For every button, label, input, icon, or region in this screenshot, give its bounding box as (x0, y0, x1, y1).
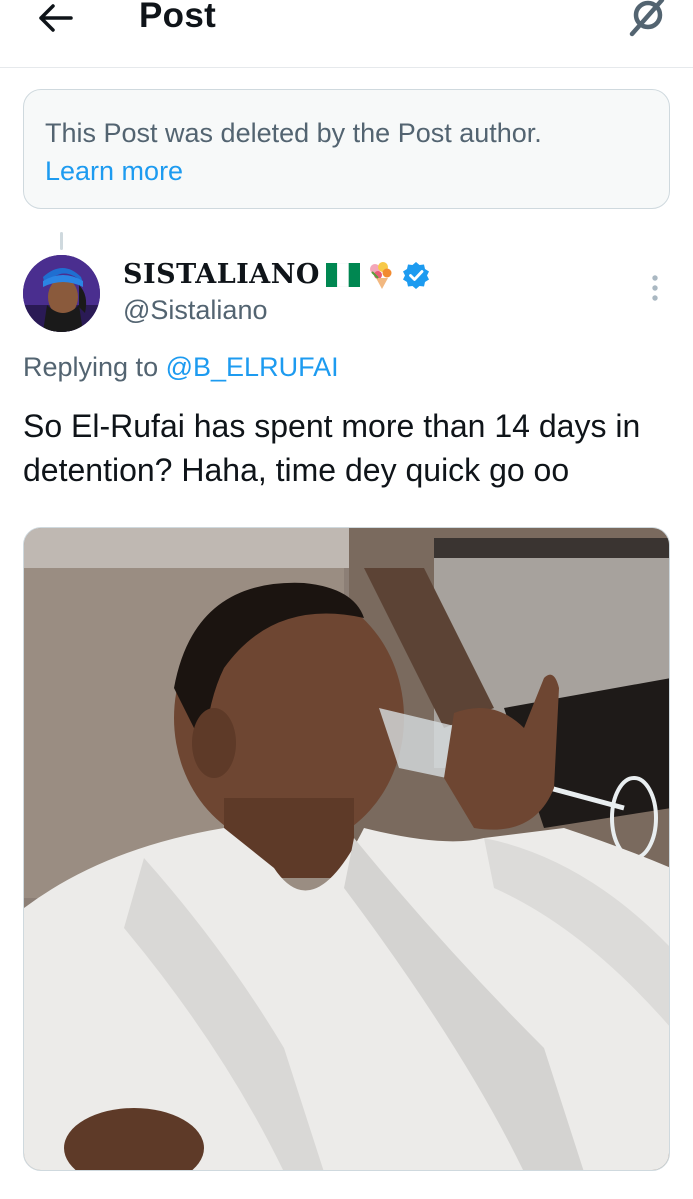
grok-button[interactable] (620, 0, 672, 40)
back-button[interactable] (30, 0, 80, 38)
more-options-button[interactable] (640, 268, 670, 308)
post-media-image[interactable] (23, 527, 670, 1171)
replying-to-line: Replying to @B_ELRUFAI (23, 352, 339, 383)
deleted-message: This Post was deleted by the Post author… (45, 118, 542, 148)
thread-connector (60, 232, 63, 250)
deleted-post-notice: This Post was deleted by the Post author… (23, 89, 670, 209)
nigeria-flag-icon (325, 262, 360, 287)
top-bar: Post (0, 0, 693, 68)
more-vertical-icon (652, 275, 658, 301)
verified-badge-icon (402, 261, 429, 289)
avatar-image (23, 255, 100, 332)
grok-icon (629, 0, 665, 37)
display-name-text: SISTALIANO (123, 259, 320, 290)
avatar[interactable] (23, 255, 100, 332)
author-display-name[interactable]: SISTALIANO (123, 259, 430, 290)
arrow-left-icon (39, 4, 73, 32)
photo-icon (24, 528, 669, 1170)
learn-more-link[interactable]: Learn more (45, 152, 183, 190)
page-title: Post (139, 0, 217, 35)
replying-prefix: Replying to (23, 352, 159, 382)
bouquet-icon (369, 261, 392, 289)
author-handle[interactable]: @Sistaliano (123, 295, 267, 326)
replying-to-mention[interactable]: @B_ELRUFAI (166, 352, 339, 382)
post-body-text: So El-Rufai has spent more than 14 days … (23, 408, 641, 488)
